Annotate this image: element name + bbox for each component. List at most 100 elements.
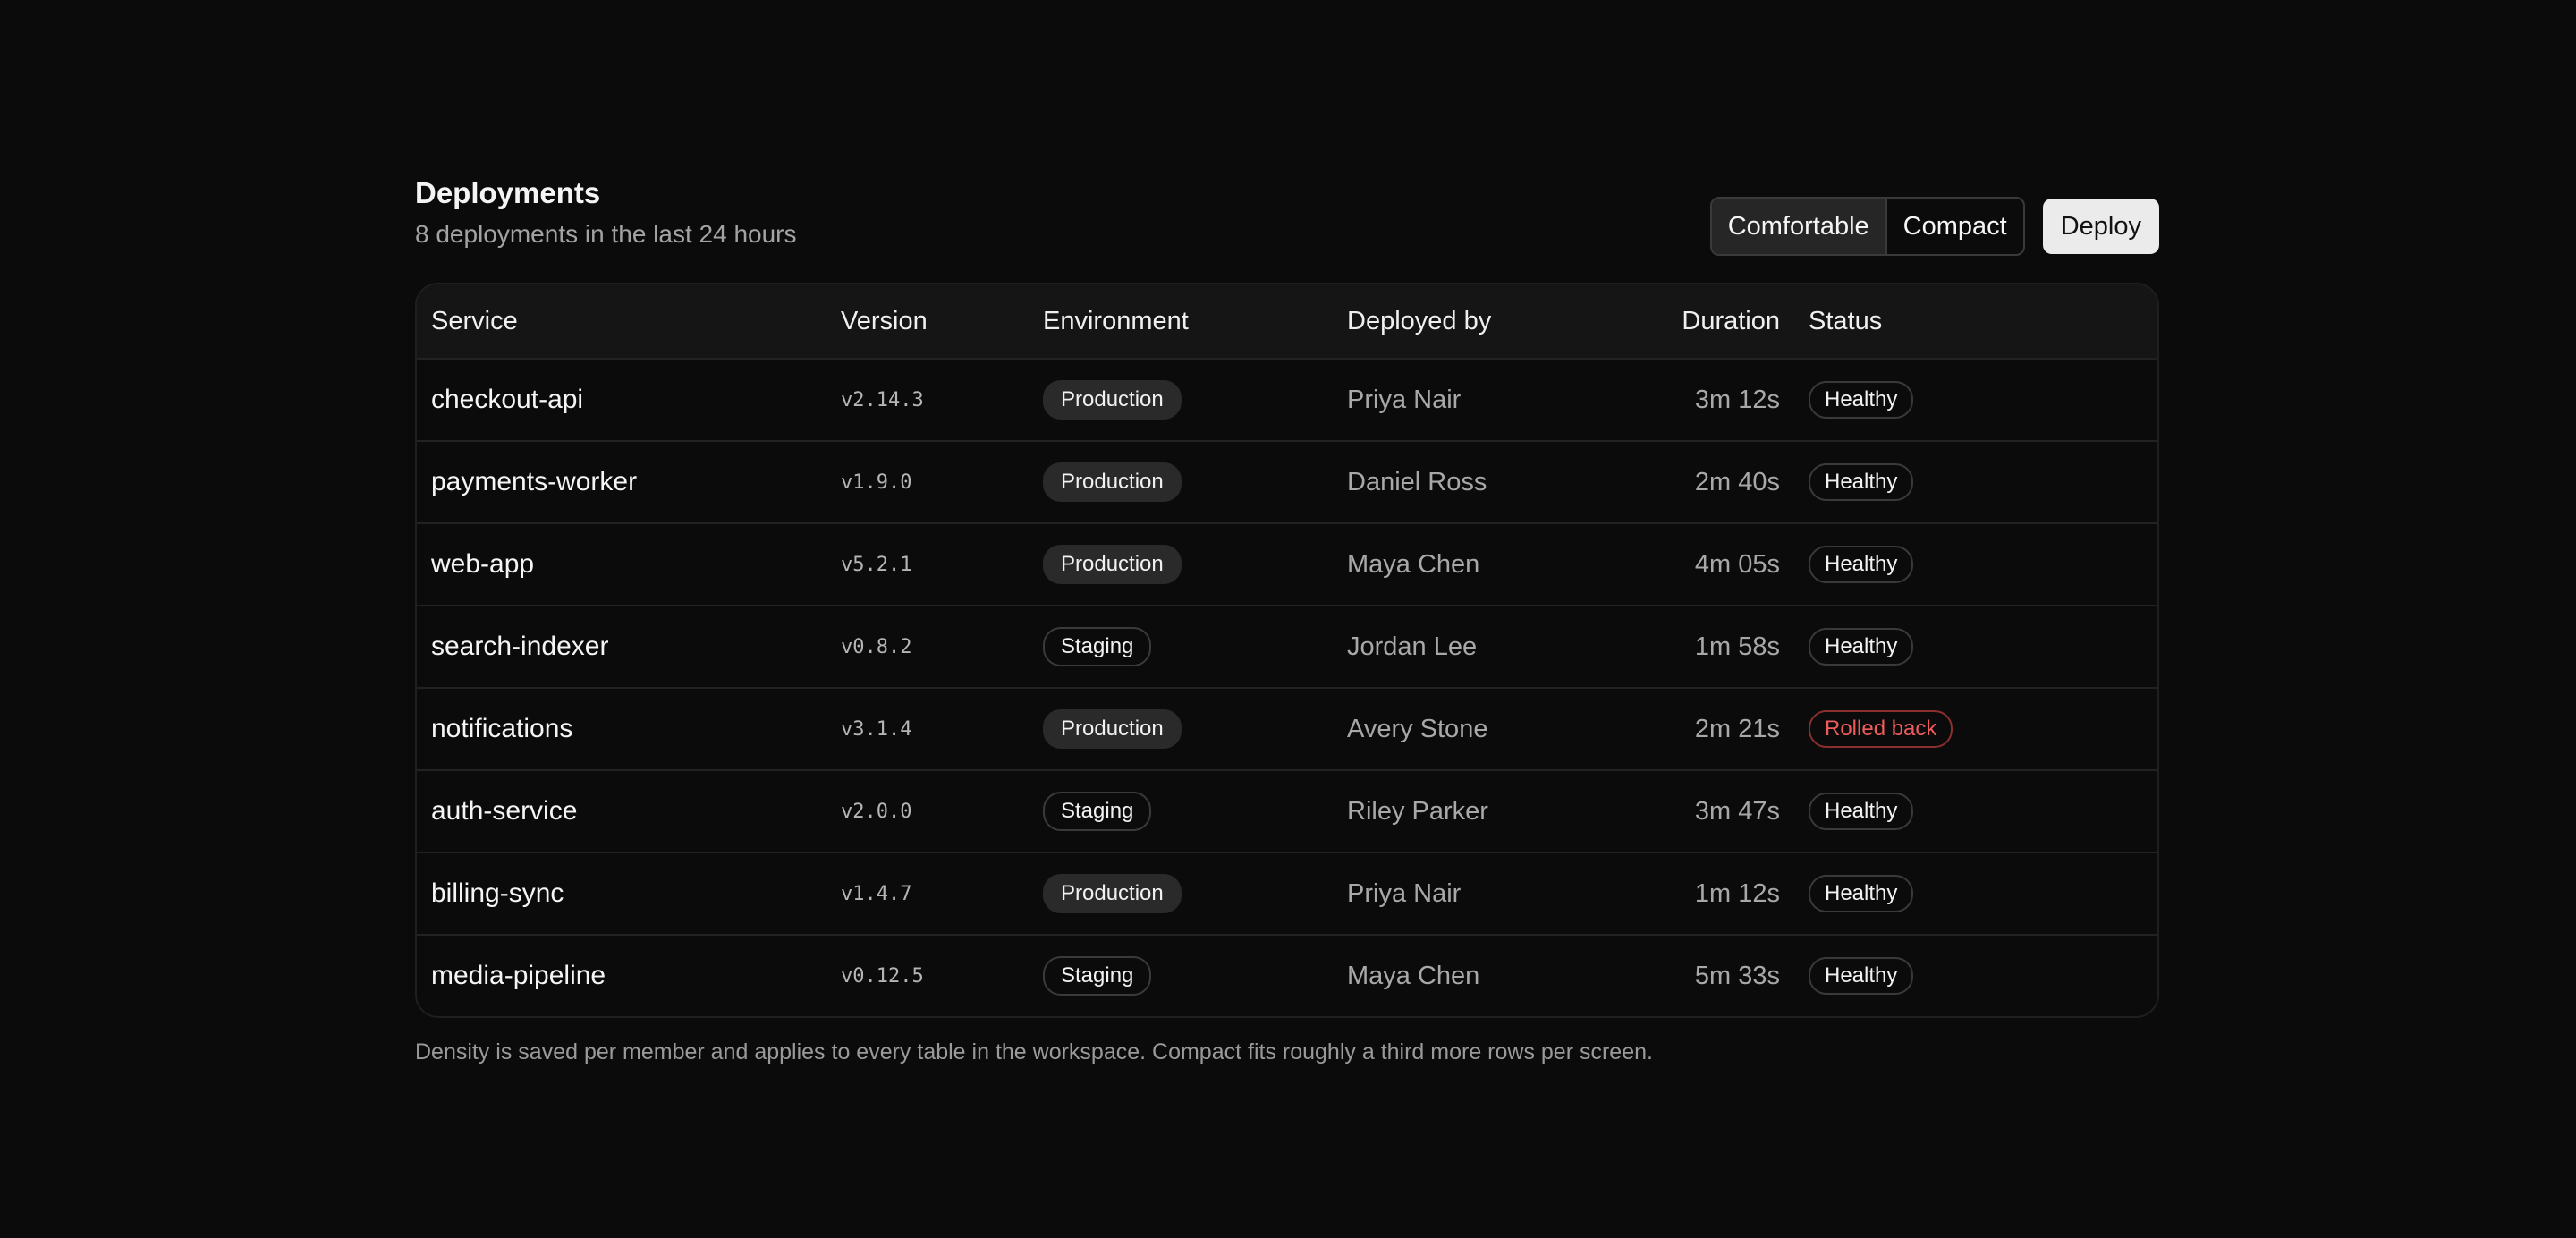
density-toggle: Comfortable Compact [1709,197,2025,256]
header-actions: Comfortable Compact Deploy [1709,197,2159,256]
deployed-by-cell: Daniel Ross [1347,468,1615,497]
environment-badge: Production [1043,462,1182,502]
panel-header: Deployments 8 deployments in the last 24… [415,175,2159,283]
service-cell: auth-service [417,796,841,827]
duration-cell: 3m 47s [1615,797,1809,827]
environment-cell: Production [1043,462,1347,502]
status-badge: Healthy [1809,463,1914,501]
duration-cell: 3m 12s [1615,386,1809,415]
status-cell: Healthy [1809,628,2157,666]
status-badge: Healthy [1809,381,1914,419]
status-cell: Healthy [1809,381,2157,419]
column-header-service[interactable]: Service [417,307,841,336]
table-row[interactable]: notifications v3.1.4 Production Avery Stone… [417,687,2157,769]
deployed-by-cell: Riley Parker [1347,797,1615,827]
environment-badge: Production [1043,380,1182,420]
environment-badge: Production [1043,709,1182,749]
duration-value: 5m 33s [1694,961,1780,990]
density-compact-button[interactable]: Compact [1887,199,2023,254]
table-row[interactable]: media-pipeline v0.12.5 Staging Maya Chen 5m … [417,934,2157,1016]
duration-cell: 2m 40s [1615,468,1809,497]
version-label: v5.2.1 [841,553,912,576]
version-label: v2.14.3 [841,388,924,411]
service-name: auth-service [431,796,578,826]
environment-badge: Staging [1043,956,1152,996]
duration-cell: 1m 12s [1615,879,1809,909]
status-cell: Healthy [1809,463,2157,501]
status-badge: Healthy [1809,957,1914,995]
duration-value: 3m 12s [1694,385,1780,414]
deployed-by-cell: Jordan Lee [1347,632,1615,662]
environment-badge: Production [1043,874,1182,913]
version-label: v2.0.0 [841,800,912,823]
version-cell: v5.2.1 [841,554,1043,576]
column-header-duration[interactable]: Duration [1615,307,1809,336]
service-cell: media-pipeline [417,961,841,991]
service-name: notifications [431,714,573,743]
column-header-environment[interactable]: Environment [1043,307,1347,336]
deployed-by-cell: Priya Nair [1347,879,1615,909]
service-cell: web-app [417,549,841,580]
deployer-name: Priya Nair [1347,385,1462,414]
status-badge: Healthy [1809,628,1914,666]
service-cell: search-indexer [417,632,841,662]
version-label: v1.4.7 [841,882,912,905]
column-header-deployed-by[interactable]: Deployed by [1347,307,1615,336]
version-cell: v2.14.3 [841,389,1043,411]
status-badge: Healthy [1809,875,1914,912]
table-row[interactable]: search-indexer v0.8.2 Staging Jordan Lee 1m … [417,605,2157,687]
service-name: billing-sync [431,878,564,908]
environment-cell: Staging [1043,627,1347,666]
deployed-by-cell: Maya Chen [1347,550,1615,580]
version-cell: v1.9.0 [841,471,1043,494]
status-badge: Healthy [1809,546,1914,583]
service-name: search-indexer [431,632,609,661]
table-row[interactable]: checkout-api v2.14.3 Production Priya Nair 3… [417,358,2157,440]
density-comfortable-button[interactable]: Comfortable [1711,199,1887,254]
table-body: checkout-api v2.14.3 Production Priya Nair 3… [417,358,2157,1016]
duration-value: 2m 21s [1694,714,1780,743]
environment-badge: Production [1043,545,1182,584]
deployer-name: Riley Parker [1347,796,1488,826]
version-cell: v1.4.7 [841,883,1043,905]
deployer-name: Jordan Lee [1347,632,1478,661]
deployments-table: Service Version Environment Deployed by … [415,283,2159,1018]
version-cell: v3.1.4 [841,718,1043,741]
page-subtitle: 8 deployments in the last 24 hours [415,220,797,248]
column-header-status[interactable]: Status [1809,307,2157,336]
environment-cell: Staging [1043,792,1347,831]
table-row[interactable]: web-app v5.2.1 Production Maya Chen 4m 05s He… [417,522,2157,605]
environment-cell: Production [1043,874,1347,913]
duration-cell: 5m 33s [1615,962,1809,991]
table-header-row: Service Version Environment Deployed by … [417,284,2157,358]
deployer-name: Daniel Ross [1347,467,1487,496]
duration-cell: 2m 21s [1615,715,1809,744]
status-cell: Healthy [1809,957,2157,995]
table-row[interactable]: payments-worker v1.9.0 Production Daniel Ro… [417,440,2157,522]
duration-value: 4m 05s [1694,549,1780,579]
status-cell: Healthy [1809,546,2157,583]
deploy-button[interactable]: Deploy [2042,199,2159,254]
version-label: v0.8.2 [841,635,912,658]
column-header-version[interactable]: Version [841,307,1043,336]
deployed-by-cell: Maya Chen [1347,962,1615,991]
deployer-name: Maya Chen [1347,549,1480,579]
status-cell: Rolled back [1809,710,2157,748]
service-name: media-pipeline [431,961,606,990]
duration-value: 2m 40s [1694,467,1780,496]
deployments-panel: Deployments 8 deployments in the last 24… [415,175,2159,1065]
table-row[interactable]: billing-sync v1.4.7 Production Priya Nair 1m… [417,852,2157,934]
service-name: checkout-api [431,385,584,414]
duration-value: 1m 58s [1694,632,1780,661]
duration-cell: 4m 05s [1615,550,1809,580]
service-name: payments-worker [431,467,638,496]
status-cell: Healthy [1809,875,2157,912]
service-cell: payments-worker [417,467,841,497]
environment-badge: Staging [1043,792,1152,831]
service-cell: notifications [417,714,841,744]
table-row[interactable]: auth-service v2.0.0 Staging Riley Parker 3m … [417,769,2157,852]
deployer-name: Maya Chen [1347,961,1480,990]
duration-cell: 1m 58s [1615,632,1809,662]
service-cell: checkout-api [417,385,841,415]
version-cell: v0.8.2 [841,636,1043,658]
